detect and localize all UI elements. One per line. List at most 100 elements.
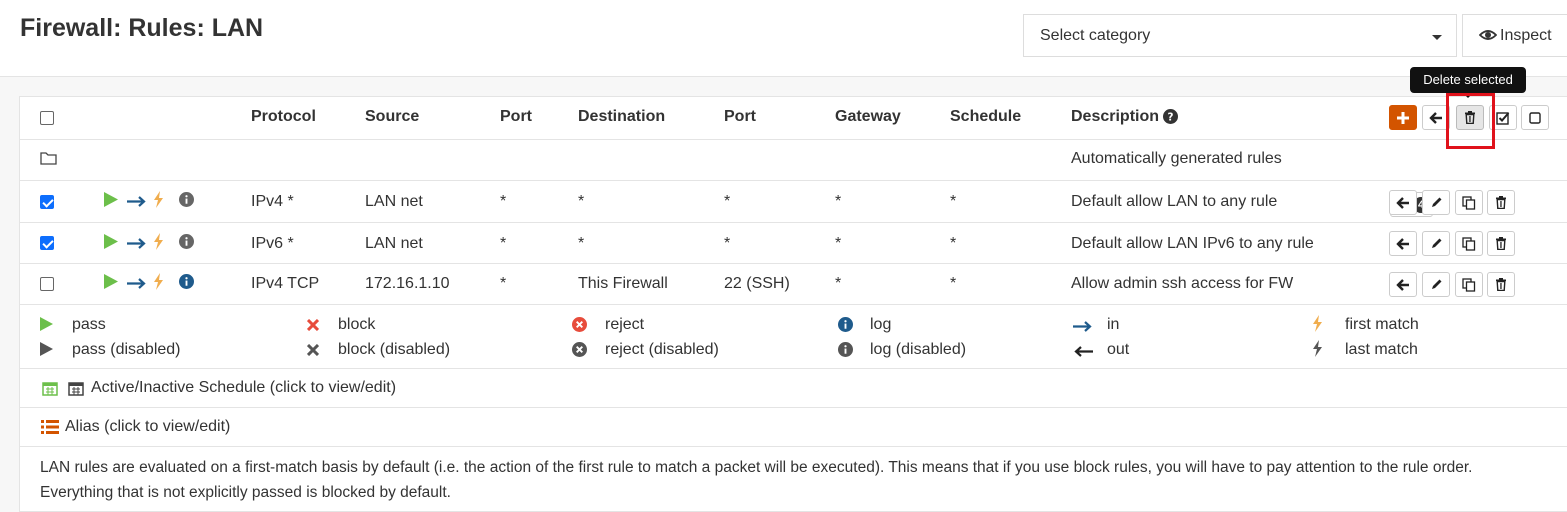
copy-icon: [1462, 277, 1476, 292]
rule-description: Default allow LAN to any rule: [1071, 193, 1278, 210]
col-source[interactable]: Source: [365, 108, 419, 126]
row-checkbox[interactable]: [40, 277, 54, 291]
schedule-note-text: Active/Inactive Schedule (click to view/…: [91, 379, 397, 396]
bolt-icon: [1312, 315, 1323, 337]
log-disabled-icon: [838, 342, 853, 362]
edit-rule-button[interactable]: [1422, 272, 1450, 297]
legend-block-disabled: block (disabled): [338, 341, 451, 358]
edit-rule-button[interactable]: [1422, 190, 1450, 215]
edit-rule-button[interactable]: [1422, 231, 1450, 256]
table-row[interactable]: IPv6 * LAN net * * * * * Default allow L…: [20, 223, 1567, 264]
info-icon[interactable]: [179, 274, 194, 294]
trash-icon: [1496, 196, 1506, 209]
rule-schedule: *: [950, 235, 957, 252]
rule-description: Default allow LAN IPv6 to any rule: [1071, 235, 1314, 252]
reject-disabled-icon: [572, 342, 587, 362]
rule-description: Allow admin ssh access for FW: [1071, 275, 1294, 292]
svg-text:?: ?: [1168, 111, 1174, 123]
move-rule-button[interactable]: [1389, 272, 1417, 297]
arrow-right-in-icon: [127, 276, 147, 294]
col-description[interactable]: Description: [1071, 108, 1159, 126]
auto-rules-row[interactable]: Automatically generated rules 4: [20, 140, 1567, 217]
rule-schedule: *: [950, 193, 957, 210]
add-rule-button[interactable]: [1389, 105, 1417, 130]
arrow-left-icon: [1429, 111, 1442, 124]
col-gateway[interactable]: Gateway: [835, 108, 901, 126]
table-row[interactable]: IPv4 TCP 172.16.1.10 * This Firewall 22 …: [20, 264, 1567, 305]
legend-reject: reject: [605, 316, 645, 333]
arrow-right-in-icon: [127, 194, 147, 212]
calendar-icon: [68, 380, 84, 401]
auto-rules-label: Automatically generated rules: [1071, 150, 1282, 167]
calendar-green-icon: [42, 380, 58, 401]
pass-disabled-icon: [40, 342, 53, 361]
pass-icon: [40, 317, 53, 336]
inspect-button[interactable]: Inspect: [1462, 14, 1567, 57]
row-checkbox[interactable]: [40, 195, 54, 209]
col-source-port[interactable]: Port: [500, 108, 532, 126]
move-rule-button[interactable]: [1389, 190, 1417, 215]
rule-protocol: IPv4 *: [251, 193, 294, 210]
rule-destination: *: [578, 193, 585, 210]
legend-first-match: first match: [1345, 316, 1419, 333]
legend-out: out: [1107, 341, 1130, 358]
col-destination-port[interactable]: Port: [724, 108, 756, 126]
disable-selected-button[interactable]: [1521, 105, 1549, 130]
arrow-right-in-icon: [1073, 319, 1093, 337]
delete-rule-button[interactable]: [1487, 272, 1515, 297]
rule-destination: This Firewall: [578, 275, 668, 292]
list-icon: [41, 420, 59, 439]
row-checkbox[interactable]: [40, 236, 54, 250]
copy-rule-button[interactable]: [1455, 231, 1483, 256]
pencil-icon: [1431, 197, 1441, 207]
copy-rule-button[interactable]: [1455, 272, 1483, 297]
table-row[interactable]: IPv4 * LAN net * * * * * Default allow L…: [20, 181, 1567, 223]
page-header: Firewall: Rules: LAN Select category Ins…: [0, 0, 1567, 77]
info-icon[interactable]: [179, 192, 194, 212]
copy-icon: [1462, 195, 1476, 210]
rules-panel: Protocol Source Port Destination Port Ga…: [19, 96, 1567, 512]
legend-last-match: last match: [1345, 341, 1418, 358]
legend-reject-disabled: reject (disabled): [605, 341, 719, 358]
rule-source-port: *: [500, 275, 507, 292]
select-all-checkbox[interactable]: [40, 111, 54, 125]
arrow-left-icon: [1396, 237, 1409, 250]
move-rule-button[interactable]: [1389, 231, 1417, 256]
legend-block: block: [338, 316, 376, 333]
col-schedule[interactable]: Schedule: [950, 108, 1021, 126]
rule-schedule: *: [950, 275, 957, 292]
col-protocol[interactable]: Protocol: [251, 108, 316, 126]
legend-pass-disabled: pass (disabled): [72, 341, 181, 358]
copy-rule-button[interactable]: [1455, 190, 1483, 215]
delete-rule-button[interactable]: [1487, 190, 1515, 215]
trash-icon: [1496, 237, 1506, 250]
rule-gateway: *: [835, 193, 842, 210]
info-icon[interactable]: [179, 234, 194, 254]
eye-icon: [1478, 27, 1498, 48]
page-title: Firewall: Rules: LAN: [20, 14, 264, 42]
delete-rule-button[interactable]: [1487, 231, 1515, 256]
col-destination[interactable]: Destination: [578, 108, 665, 126]
pass-icon: [104, 234, 118, 254]
alias-note[interactable]: Alias (click to view/edit): [20, 408, 1567, 447]
trash-icon: [1496, 278, 1506, 291]
rule-destination-port: *: [724, 235, 731, 252]
bolt-icon: [153, 191, 164, 213]
rule-source: 172.16.1.10: [365, 275, 450, 292]
pass-icon: [104, 274, 118, 294]
inspect-label: Inspect: [1500, 27, 1552, 44]
pass-icon: [104, 192, 118, 212]
bolt-icon: [153, 233, 164, 255]
legend-log-disabled: log (disabled): [870, 341, 967, 358]
bolt-dark-icon: [1312, 340, 1323, 362]
reject-icon: [572, 317, 587, 337]
schedule-note[interactable]: Active/Inactive Schedule (click to view/…: [20, 369, 1567, 408]
category-select[interactable]: Select category: [1023, 14, 1457, 57]
legend-log: log: [870, 316, 892, 333]
delete-selected-tooltip: Delete selected: [1410, 67, 1526, 98]
rule-protocol: IPv6 *: [251, 235, 294, 252]
bolt-icon: [153, 273, 164, 295]
arrow-left-out-icon: [1073, 344, 1093, 362]
rule-destination-port: *: [724, 193, 731, 210]
help-icon[interactable]: ?: [1163, 109, 1178, 129]
